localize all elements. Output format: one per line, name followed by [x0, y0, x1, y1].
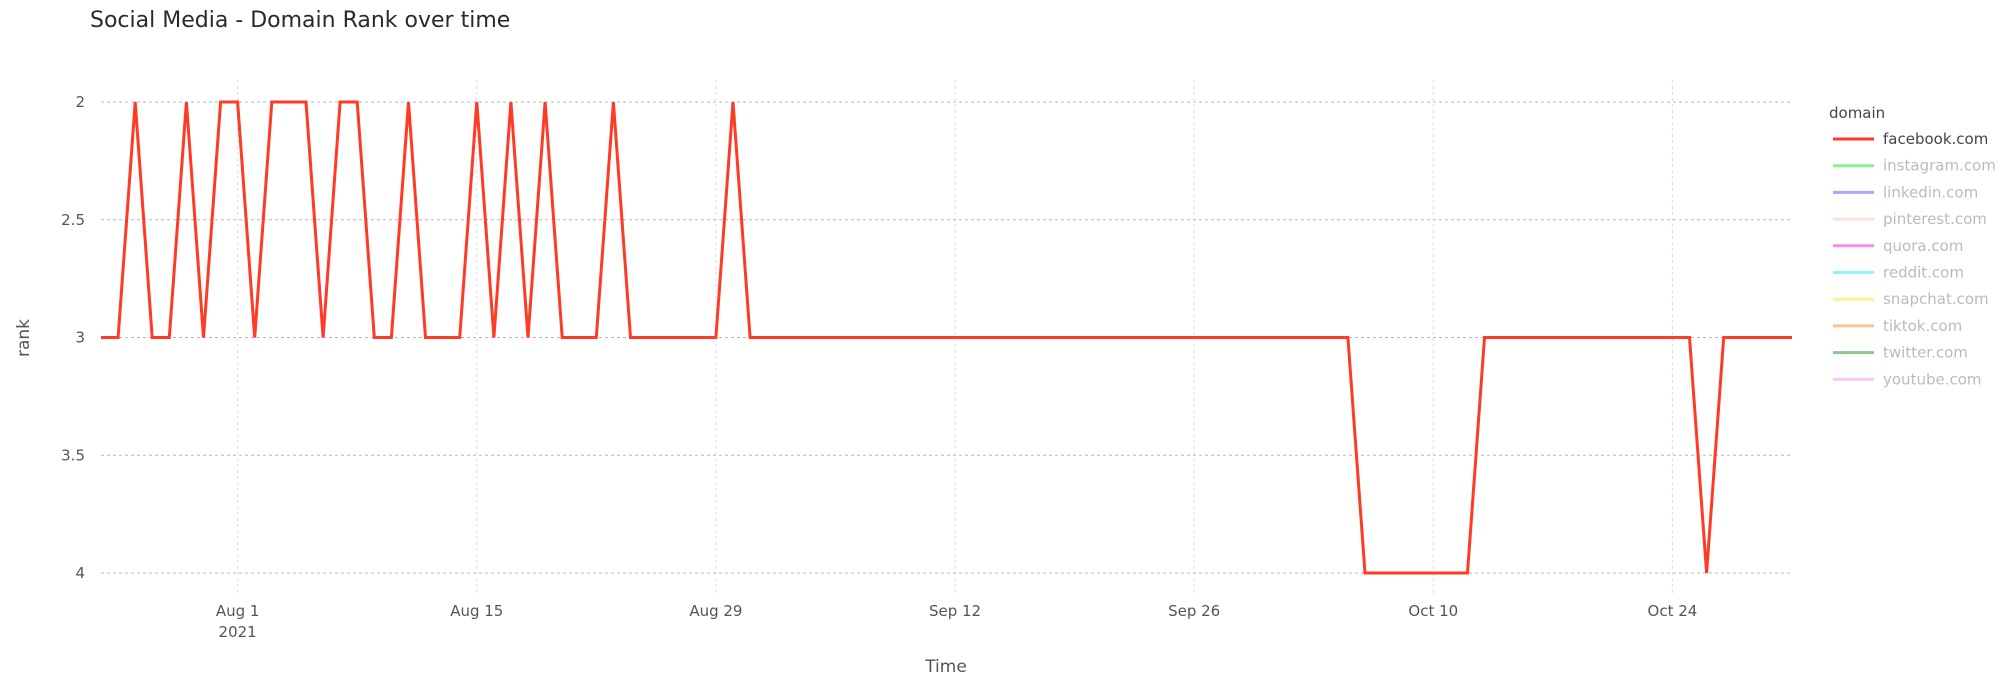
x-axis-title: Time: [924, 657, 967, 677]
y-axis-title: rank: [14, 319, 34, 357]
x-tick-label: Oct 10: [1408, 602, 1458, 620]
legend-label: tiktok.com: [1883, 317, 1962, 335]
legend-item-reddit-com[interactable]: reddit.com: [1833, 264, 1964, 282]
legend-label: pinterest.com: [1883, 210, 1987, 228]
legend: domain facebook.com instagram.com linkedin…: [1829, 104, 1996, 388]
legend-item-twitter-com[interactable]: twitter.com: [1833, 344, 1968, 362]
legend-item-tiktok-com[interactable]: tiktok.com: [1833, 317, 1962, 335]
legend-label: facebook.com: [1883, 130, 1988, 148]
x-tick-label: Sep 12: [929, 602, 981, 620]
chart-title: Social Media - Domain Rank over time: [90, 8, 510, 33]
legend-item-snapchat-com[interactable]: snapchat.com: [1833, 290, 1989, 308]
legend-item-quora-com[interactable]: quora.com: [1833, 237, 1963, 255]
legend-label: quora.com: [1883, 237, 1963, 255]
y-tick-label: 3.5: [61, 446, 85, 464]
y-tick-label: 4: [75, 564, 85, 582]
y-tick-label: 2: [75, 93, 85, 111]
x-tick-label: Sep 26: [1168, 602, 1220, 620]
legend-item-linkedin-com[interactable]: linkedin.com: [1833, 183, 1978, 201]
legend-label: youtube.com: [1883, 370, 1982, 388]
legend-label: reddit.com: [1883, 264, 1964, 282]
legend-title: domain: [1829, 104, 1885, 122]
x-tick-label: Aug 29: [689, 602, 742, 620]
legend-label: instagram.com: [1883, 157, 1996, 175]
legend-label: twitter.com: [1883, 344, 1968, 362]
x-tick-label: Aug 1: [216, 602, 260, 620]
y-tick-label: 2.5: [61, 211, 85, 229]
legend-item-pinterest-com[interactable]: pinterest.com: [1833, 210, 1987, 228]
legend-item-instagram-com[interactable]: instagram.com: [1833, 157, 1996, 175]
x-tick-label: Oct 24: [1648, 602, 1698, 620]
x-tick-year-label: 2021: [219, 623, 257, 641]
legend-item-youtube-com[interactable]: youtube.com: [1833, 370, 1982, 388]
legend-item-facebook-com[interactable]: facebook.com: [1833, 130, 1988, 148]
legend-label: snapchat.com: [1883, 290, 1989, 308]
legend-label: linkedin.com: [1883, 183, 1978, 201]
chart: Social Media - Domain Rank over time 2 2.…: [14, 8, 1996, 677]
y-axis: 2 2.5 3 3.5 4: [61, 93, 85, 582]
x-axis: Aug 1 2021 Aug 15 Aug 29 Sep 12 Sep 26 Oct 10 O…: [216, 602, 1697, 641]
y-tick-label: 3: [75, 329, 85, 347]
x-tick-label: Aug 15: [450, 602, 503, 620]
